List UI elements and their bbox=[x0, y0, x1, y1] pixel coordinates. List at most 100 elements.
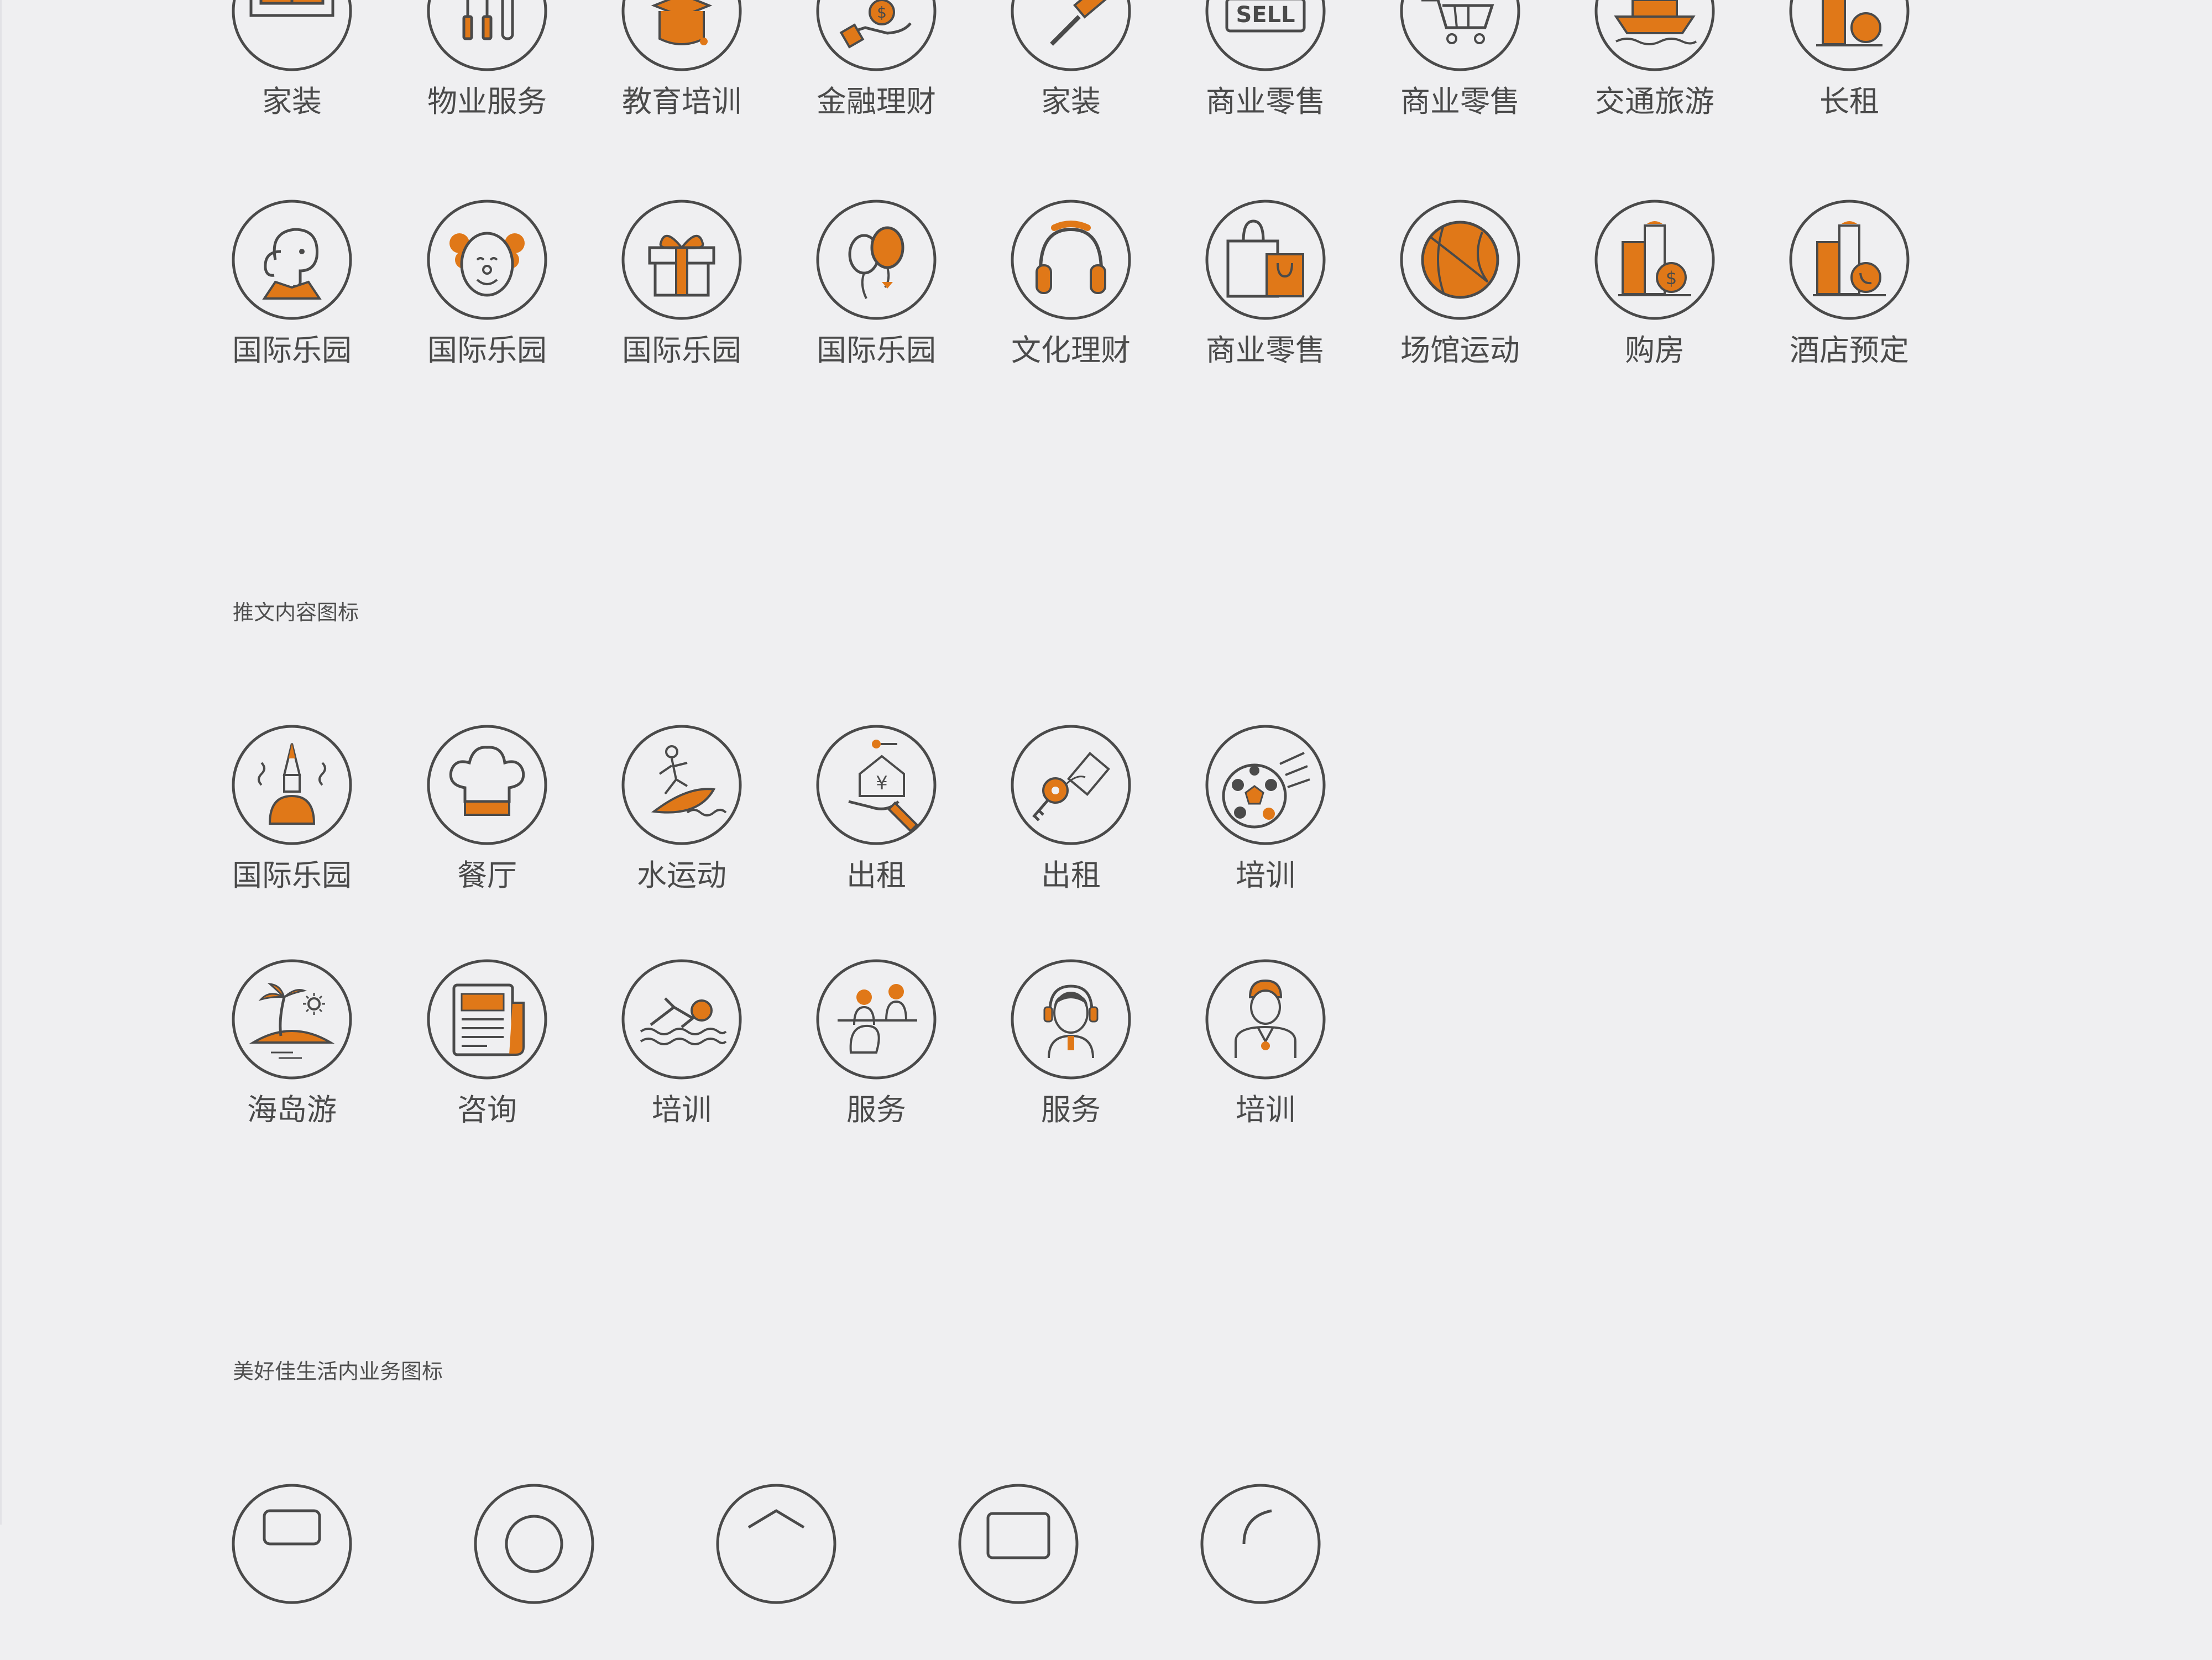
tile-label: 家装 bbox=[262, 84, 322, 119]
sell-sign-icon: SELL bbox=[1205, 0, 1326, 72]
newspaper-icon bbox=[426, 959, 548, 1080]
tile-home-decor-roller[interactable]: 家装 bbox=[1007, 0, 1134, 127]
partial-icon-5 bbox=[1200, 1483, 1321, 1605]
tile-sports-venue[interactable]: 场馆运动 bbox=[1397, 199, 1524, 376]
tile-consulting[interactable]: 咨询 bbox=[423, 959, 551, 1135]
people-icon bbox=[815, 959, 937, 1080]
tile-label: 海岛游 bbox=[247, 1092, 337, 1127]
clown-icon bbox=[426, 199, 548, 321]
graduation-cap-icon bbox=[621, 0, 742, 72]
tile-partial-3[interactable] bbox=[713, 1483, 840, 1660]
headphones-icon bbox=[1010, 199, 1132, 321]
partial-icon-4 bbox=[958, 1483, 1079, 1605]
tile-hotel-booking[interactable]: 酒店预定 bbox=[1786, 199, 1913, 376]
tile-label: 金融理财 bbox=[817, 84, 936, 119]
house-hand-icon: ¥ bbox=[815, 724, 937, 846]
headset-agent-icon bbox=[1010, 959, 1132, 1080]
shopping-bag-icon bbox=[1205, 199, 1326, 321]
tile-service-people[interactable]: 服务 bbox=[813, 959, 940, 1135]
swimmer-icon bbox=[621, 959, 742, 1080]
tile-label: 国际乐园 bbox=[232, 333, 352, 368]
tile-long-rent[interactable]: 长租 bbox=[1786, 0, 1913, 127]
tile-home-decor-sofa[interactable]: 家装 bbox=[228, 0, 355, 127]
tile-label: 出租 bbox=[846, 858, 906, 893]
tools-icon bbox=[426, 0, 548, 72]
tile-restaurant[interactable]: 餐厅 bbox=[423, 724, 551, 901]
tile-label: 教育培训 bbox=[622, 84, 741, 119]
key-tag-icon bbox=[1010, 724, 1132, 846]
tile-training-coach[interactable]: 培训 bbox=[1202, 959, 1329, 1135]
tile-label: 培训 bbox=[1236, 858, 1295, 893]
tile-label: 商业零售 bbox=[1400, 84, 1520, 119]
ship-icon bbox=[1594, 0, 1716, 72]
tile-travel[interactable]: 交通旅游 bbox=[1591, 0, 1718, 127]
tile-label: 服务 bbox=[846, 1092, 906, 1127]
basketball-icon bbox=[1399, 199, 1521, 321]
building-phone-icon bbox=[1789, 199, 1910, 321]
partial-icon-3 bbox=[715, 1483, 837, 1605]
tile-finance[interactable]: $ 金融理财 bbox=[813, 0, 940, 127]
tile-label: 场馆运动 bbox=[1400, 333, 1520, 368]
svg-text:$: $ bbox=[877, 3, 887, 22]
tile-service-agent[interactable]: 服务 bbox=[1007, 959, 1134, 1135]
tile-park-party[interactable]: 国际乐园 bbox=[228, 724, 355, 901]
party-person-icon bbox=[231, 724, 353, 846]
svg-text:$: $ bbox=[1666, 268, 1677, 289]
surfer-icon bbox=[621, 724, 742, 846]
sofa-icon bbox=[231, 0, 353, 72]
page-edge-line bbox=[0, 0, 2, 1525]
paint-roller-icon bbox=[1010, 0, 1132, 72]
elephant-icon bbox=[231, 199, 353, 321]
palm-island-icon bbox=[231, 959, 353, 1080]
tile-rent-house[interactable]: ¥ 出租 bbox=[813, 724, 940, 901]
tile-label: 文化理财 bbox=[1011, 333, 1131, 368]
tile-label: 出租 bbox=[1041, 858, 1101, 893]
coach-icon bbox=[1205, 959, 1326, 1080]
tile-island-travel[interactable]: 海岛游 bbox=[228, 959, 355, 1135]
partial-icon-2 bbox=[473, 1483, 595, 1605]
tile-water-sports[interactable]: 水运动 bbox=[618, 724, 745, 901]
balloons-icon bbox=[815, 199, 937, 321]
tile-label: 商业零售 bbox=[1206, 333, 1325, 368]
tile-property-service[interactable]: 物业服务 bbox=[423, 0, 551, 127]
tile-park-elephant[interactable]: 国际乐园 bbox=[228, 199, 355, 376]
hand-coin-icon: $ bbox=[815, 0, 937, 72]
soccer-ball-icon bbox=[1205, 724, 1326, 846]
tile-label: 水运动 bbox=[637, 858, 726, 893]
partial-icon-1 bbox=[231, 1483, 353, 1605]
tile-rent-key[interactable]: 出租 bbox=[1007, 724, 1134, 901]
svg-text:SELL: SELL bbox=[1236, 2, 1295, 28]
tile-retail-bag[interactable]: 商业零售 bbox=[1202, 199, 1329, 376]
tile-label: 餐厅 bbox=[457, 858, 517, 893]
tile-partial-4[interactable] bbox=[955, 1483, 1082, 1660]
tile-label: 咨询 bbox=[457, 1092, 517, 1127]
tile-partial-5[interactable] bbox=[1197, 1483, 1324, 1660]
tile-label: 国际乐园 bbox=[817, 333, 936, 368]
tile-label: 长租 bbox=[1819, 84, 1879, 119]
building-dollar-icon: $ bbox=[1594, 199, 1716, 321]
tile-partial-2[interactable] bbox=[470, 1483, 598, 1660]
tile-education[interactable]: 教育培训 bbox=[618, 0, 745, 127]
tile-label: 物业服务 bbox=[427, 84, 547, 119]
tile-training-swim[interactable]: 培训 bbox=[618, 959, 745, 1135]
tile-retail-sell[interactable]: SELL 商业零售 bbox=[1202, 0, 1329, 127]
section-title-business-icons: 美好佳生活内业务图标 bbox=[233, 1359, 443, 1384]
tile-retail-cart[interactable]: 商业零售 bbox=[1397, 0, 1524, 127]
tile-partial-1[interactable] bbox=[228, 1483, 355, 1660]
tile-label: 服务 bbox=[1041, 1092, 1101, 1127]
tile-culture-finance[interactable]: 文化理财 bbox=[1007, 199, 1134, 376]
tile-label: 购房 bbox=[1625, 333, 1685, 368]
shopping-cart-icon bbox=[1399, 0, 1521, 72]
svg-text:¥: ¥ bbox=[876, 772, 888, 794]
tile-buy-house[interactable]: $ 购房 bbox=[1591, 199, 1718, 376]
tile-label: 家装 bbox=[1041, 84, 1101, 119]
tile-label: 培训 bbox=[1236, 1092, 1295, 1127]
tile-label: 培训 bbox=[652, 1092, 712, 1127]
tile-park-balloons[interactable]: 国际乐园 bbox=[813, 199, 940, 376]
tile-park-gift[interactable]: 国际乐园 bbox=[618, 199, 745, 376]
tile-label: 国际乐园 bbox=[427, 333, 547, 368]
tile-park-clown[interactable]: 国际乐园 bbox=[423, 199, 551, 376]
tile-training-soccer[interactable]: 培训 bbox=[1202, 724, 1329, 901]
building-icon bbox=[1789, 0, 1910, 72]
chef-hat-icon bbox=[426, 724, 548, 846]
